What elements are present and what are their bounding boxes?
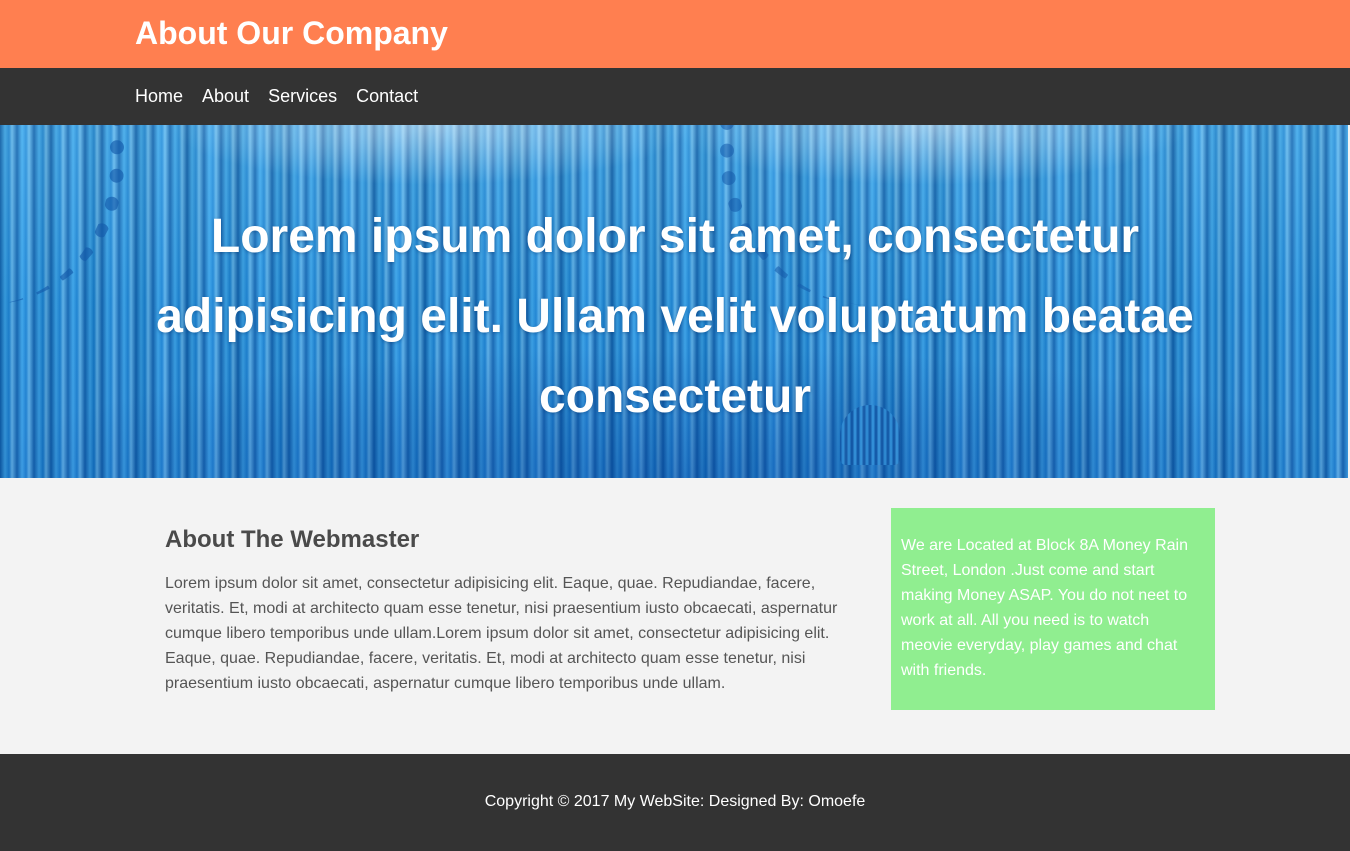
hero-banner: Lorem ipsum dolor sit amet, consectetur … xyxy=(0,125,1348,478)
location-info-text: We are Located at Block 8A Money Rain St… xyxy=(901,537,1188,679)
nav-item-services: Services xyxy=(268,68,356,125)
nav-link-contact[interactable]: Contact xyxy=(356,86,418,106)
nav-link-about[interactable]: About xyxy=(202,86,249,106)
nav-link-home[interactable]: Home xyxy=(135,86,183,106)
nav-link-services[interactable]: Services xyxy=(268,86,337,106)
nav-item-home: Home xyxy=(135,68,202,125)
footer-copyright: Copyright © 2017 My WebSite: Designed By… xyxy=(484,793,866,810)
location-info-box: We are Located at Block 8A Money Rain St… xyxy=(891,508,1215,710)
main-navbar: Home About Services Contact xyxy=(0,68,1350,125)
main-content: About The Webmaster Lorem ipsum dolor si… xyxy=(165,518,845,696)
nav-item-about: About xyxy=(202,68,268,125)
section-body: Lorem ipsum dolor sit amet, consectetur … xyxy=(165,575,838,692)
nav-list: Home About Services Contact xyxy=(135,68,437,125)
site-title: About Our Company xyxy=(135,15,448,51)
nav-item-contact: Contact xyxy=(356,68,437,125)
site-header: About Our Company xyxy=(0,0,1350,68)
section-title: About The Webmaster xyxy=(165,526,420,553)
hero-headline: Lorem ipsum dolor sit amet, consectetur … xyxy=(156,210,1194,423)
site-footer: Copyright © 2017 My WebSite: Designed By… xyxy=(0,754,1350,851)
